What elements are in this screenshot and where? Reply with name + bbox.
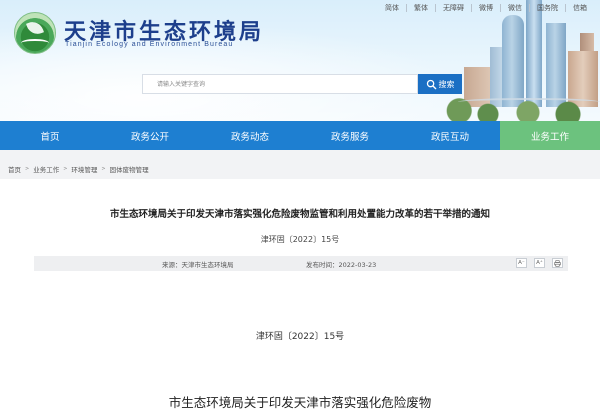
main-nav: 首页 政务公开 政务动态 政务服务 政民互动 业务工作	[0, 121, 600, 150]
print-icon	[554, 259, 561, 267]
article-doc-number: 津环固〔2022〕15号	[260, 235, 340, 244]
chevron-right-icon: >	[101, 166, 106, 172]
search-button[interactable]: 搜索	[418, 74, 462, 94]
nav-item-home[interactable]: 首页	[0, 121, 100, 150]
leaf-icon	[26, 19, 44, 37]
article-panel: 市生态环境局关于印发天津市落实强化危险废物监管和利用处置能力改革的若干举措的通知…	[0, 179, 600, 420]
nav-item-gov-services[interactable]: 政务服务	[300, 121, 400, 150]
wave-icon	[21, 39, 49, 47]
breadcrumb-business-work[interactable]: 业务工作	[33, 164, 59, 174]
body-doc-number: 津环固〔2022〕15号	[255, 332, 345, 342]
top-link-state-council[interactable]: 国务院	[530, 3, 565, 13]
breadcrumb: 首页 > 业务工作 > 环境管理 > 固体废物管理	[8, 164, 149, 174]
search-input[interactable]	[142, 74, 418, 94]
article-publish-date: 发布时间：2022-03-23	[306, 261, 377, 269]
nav-item-business-work[interactable]: 业务工作	[500, 121, 600, 150]
bridge	[458, 98, 600, 106]
nav-item-public-interaction[interactable]: 政民互动	[400, 121, 500, 150]
bureau-logo[interactable]	[14, 12, 56, 54]
search-icon	[426, 79, 436, 89]
article-source: 来源：天津市生态环境局	[162, 261, 234, 269]
search-bar: 搜索	[142, 74, 462, 94]
article-title: 市生态环境局关于印发天津市落实强化危险废物监管和利用处置能力改革的若干举措的通知	[109, 209, 490, 220]
top-link-mailbox[interactable]: 信箱	[566, 3, 594, 13]
site-subtitle: Tianjin Ecology and Environment Bureau	[65, 41, 234, 48]
font-decrease-button[interactable]: A⁻	[516, 258, 527, 268]
search-button-label: 搜索	[438, 79, 455, 89]
top-links: 简体 繁体 无障碍 微博 微信 国务院 信箱	[378, 3, 594, 13]
print-button[interactable]	[552, 258, 563, 268]
article-meta-bar: 来源：天津市生态环境局 发布时间：2022-03-23 A⁻ A⁺	[34, 256, 568, 271]
breadcrumb-environment-management[interactable]: 环境管理	[71, 164, 97, 174]
font-increase-button[interactable]: A⁺	[534, 258, 545, 268]
body-heading: 市生态环境局关于印发天津市落实强化危险废物	[168, 395, 432, 410]
nav-item-gov-disclosure[interactable]: 政务公开	[100, 121, 200, 150]
top-link-traditional[interactable]: 繁体	[407, 3, 435, 13]
top-link-wechat[interactable]: 微信	[501, 3, 529, 13]
nav-item-gov-news[interactable]: 政务动态	[200, 121, 300, 150]
chevron-right-icon: >	[25, 166, 30, 172]
top-link-accessibility[interactable]: 无障碍	[436, 3, 471, 13]
header-banner: 天津市生态环境局 Tianjin Ecology and Environment…	[0, 0, 600, 121]
breadcrumb-home[interactable]: 首页	[8, 164, 21, 174]
top-link-weibo[interactable]: 微博	[472, 3, 500, 13]
breadcrumb-solid-waste[interactable]: 固体废物管理	[110, 164, 149, 174]
top-link-simplified[interactable]: 简体	[378, 3, 406, 13]
chevron-right-icon: >	[63, 166, 68, 172]
